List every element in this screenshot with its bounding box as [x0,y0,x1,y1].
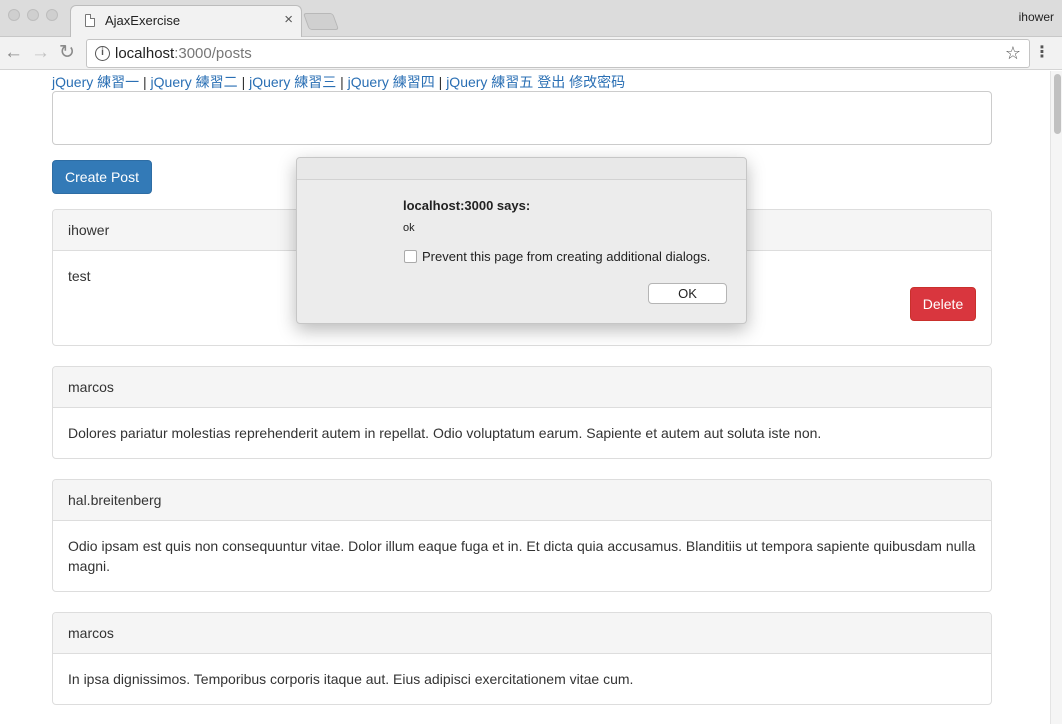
post-body: Odio ipsam est quis non consequuntur vit… [68,538,976,574]
ok-button[interactable]: OK [648,283,727,304]
prevent-dialogs-label[interactable]: Prevent this page from creating addition… [422,249,710,264]
vertical-scrollbar[interactable] [1050,71,1062,724]
dialog-message: ok [403,222,415,234]
nav-separator: | [340,74,344,90]
nav-link-jquery-4[interactable]: jQuery 練習四 [348,74,435,90]
close-window-icon[interactable] [8,9,20,21]
post-body: Dolores pariatur molestias reprehenderit… [68,425,822,441]
info-icon[interactable]: i [95,46,110,61]
post-author: hal.breitenberg [53,480,991,521]
nav-link-jquery-3[interactable]: jQuery 練習三 [249,74,336,90]
url-host: localhost [115,45,175,62]
nav-link-jquery-1[interactable]: jQuery 練習一 [52,74,139,90]
change-password-link[interactable]: 修改密码 [569,74,625,90]
nav-link-jquery-2[interactable]: jQuery 練習二 [151,74,238,90]
page-icon [85,14,95,27]
post-author: marcos [53,367,991,408]
nav-link-jquery-5[interactable]: jQuery 練習五 [446,74,533,90]
dialog-title: localhost:3000 says: [403,198,531,213]
nav-links: jQuery 練習一 | jQuery 練習二 | jQuery 練習三 | j… [52,72,625,92]
delete-post-button[interactable]: Delete [910,287,976,321]
post-panel: hal.breitenberg Odio ipsam est quis non … [52,479,992,592]
reload-icon[interactable]: ↻ [59,42,75,64]
tab-title: AjaxExercise [105,13,181,28]
bookmark-star-icon[interactable]: ☆ [1005,43,1021,64]
dialog-titlebar [297,158,746,180]
zoom-window-icon[interactable] [46,9,58,21]
post-body-text: test [68,268,91,284]
browser-titlebar: AjaxExercise × ihower [0,0,1062,38]
post-body: In ipsa dignissimos. Temporibus corporis… [68,671,634,687]
post-panel: marcos Dolores pariatur molestias repreh… [52,366,992,459]
nav-separator: | [438,74,443,90]
nav-separator: | [143,74,147,90]
forward-arrow-icon[interactable]: → [31,42,50,64]
back-arrow-icon[interactable]: ← [4,42,23,64]
create-post-button[interactable]: Create Post [52,160,152,194]
browser-tab[interactable]: AjaxExercise × [70,5,302,38]
browser-menu-icon[interactable]: ⋮ [1034,43,1050,63]
logout-link[interactable]: 登出 [537,74,565,90]
url-path: :3000/posts [174,45,252,62]
post-author: marcos [53,613,991,654]
browser-toolbar: ← → ↻ i localhost:3000/posts ☆ ⋮ [0,37,1062,70]
url-text[interactable]: localhost:3000/posts [115,45,252,62]
post-panel: marcos In ipsa dignissimos. Temporibus c… [52,612,992,705]
prevent-dialogs-checkbox[interactable] [404,250,417,263]
profile-name[interactable]: ihower [1019,10,1054,24]
minimize-window-icon[interactable] [27,9,39,21]
new-tab-button[interactable] [302,13,340,30]
post-content-textarea[interactable] [52,91,992,145]
scrollbar-thumb[interactable] [1054,74,1061,134]
alert-dialog: localhost:3000 says: ok Prevent this pag… [296,157,747,324]
address-bar[interactable]: i localhost:3000/posts ☆ [86,39,1030,68]
close-tab-icon[interactable]: × [284,11,293,29]
nav-separator: | [241,74,246,90]
